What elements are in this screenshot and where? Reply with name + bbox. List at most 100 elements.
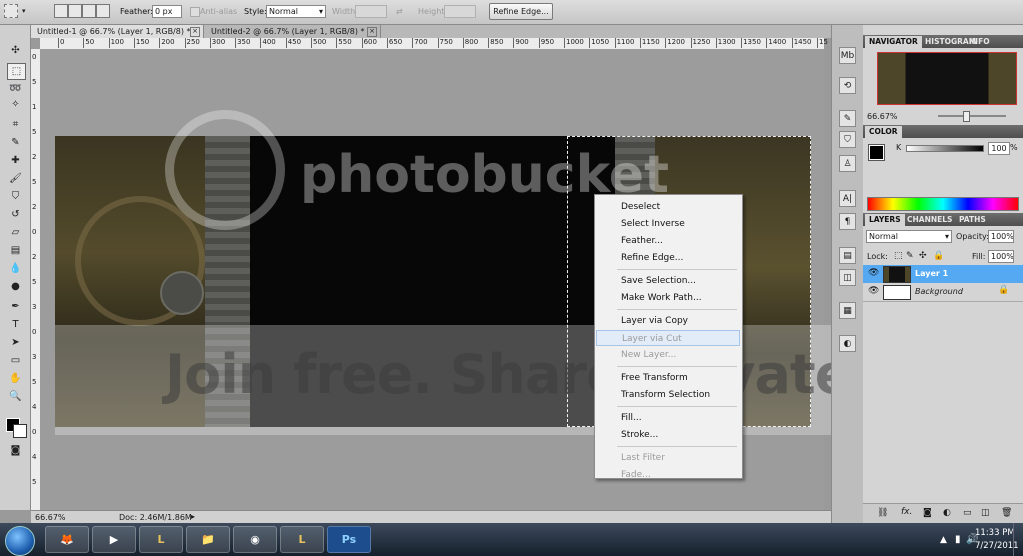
menu-item[interactable]: Transform Selection (596, 387, 740, 403)
tab-color[interactable]: COLOR (865, 126, 902, 138)
navigator-zoom[interactable]: 66.67% (867, 112, 898, 121)
visibility-eye-icon[interactable]: 👁 (868, 268, 879, 278)
lock-position-icon[interactable]: ✣ (919, 251, 927, 261)
path-select-tool-icon[interactable]: ➤ (7, 335, 24, 350)
new-group-icon[interactable]: ▭ (963, 508, 972, 518)
menu-item[interactable]: Deselect (596, 199, 740, 215)
add-to-selection-icon[interactable] (68, 4, 82, 18)
feather-input[interactable]: 0 px (152, 5, 182, 18)
tray-arrow-icon[interactable]: ▲ (940, 535, 947, 545)
document-tab-1[interactable]: Untitled-1 @ 66.7% (Layer 1, RGB/8) * × (31, 25, 204, 38)
move-tool-icon[interactable]: ✣ (7, 43, 24, 58)
delete-layer-icon[interactable]: 🗑 (1001, 508, 1012, 518)
document-tab-2[interactable]: Untitled-2 @ 66.7% (Layer 1, RGB/8) * × (205, 25, 381, 38)
menu-item[interactable]: Free Transform (596, 370, 740, 386)
link-layers-icon[interactable]: ⛓ (877, 508, 888, 518)
tab-channels[interactable]: CHANNELS (903, 214, 956, 226)
layer-row[interactable]: 👁 Background 🔒 (863, 283, 1023, 302)
subtract-selection-icon[interactable] (82, 4, 96, 18)
layer-style-icon[interactable]: fx. (901, 507, 912, 517)
character-icon[interactable]: A| (839, 190, 856, 207)
eraser-tool-icon[interactable]: ▱ (7, 225, 24, 240)
tool-preset-icon[interactable]: ♙ (839, 155, 856, 172)
league-of-legends-icon[interactable]: L (139, 526, 183, 553)
network-icon[interactable]: ▮ (955, 534, 961, 545)
history-icon[interactable]: ⟲ (839, 77, 856, 94)
menu-item[interactable]: Make Work Path... (596, 290, 740, 306)
close-icon[interactable]: × (190, 27, 200, 37)
media-player-icon[interactable]: ▶ (92, 526, 136, 553)
eyedropper-tool-icon[interactable]: ✎ (7, 135, 24, 150)
mini-bridge-icon[interactable]: Mb (839, 47, 856, 64)
tab-info[interactable]: INFO (965, 36, 994, 48)
blur-tool-icon[interactable]: 💧 (7, 261, 24, 276)
type-tool-icon[interactable]: T (7, 317, 24, 332)
width-input[interactable] (355, 5, 387, 18)
league-of-legends-icon[interactable]: L (280, 526, 324, 553)
adjustment-layer-icon[interactable]: ◐ (943, 508, 951, 518)
menu-item[interactable]: New Layer... (596, 347, 740, 363)
chevron-down-icon[interactable]: ▾ (22, 7, 26, 15)
lock-image-icon[interactable]: ✎ (906, 251, 914, 261)
steam-icon[interactable]: ◉ (233, 526, 277, 553)
layer-comps-icon[interactable]: ◫ (839, 269, 856, 286)
style-select[interactable]: Normal ▾ (266, 5, 326, 18)
doc-size[interactable]: Doc: 2.46M/1.86M (119, 513, 192, 522)
refine-edge-button[interactable]: Refine Edge... (489, 3, 553, 20)
slider-handle[interactable] (963, 111, 970, 122)
layer-row-selected[interactable]: 👁 Layer 1 (863, 265, 1023, 283)
background-color-swatch[interactable] (13, 424, 27, 438)
crop-tool-icon[interactable]: ⌗ (7, 117, 24, 132)
lock-all-icon[interactable]: 🔒 (933, 251, 944, 261)
hand-tool-icon[interactable]: ✋ (7, 371, 24, 386)
intersect-selection-icon[interactable] (96, 4, 110, 18)
adjustments-icon[interactable]: ◐ (839, 335, 856, 352)
notes-icon[interactable]: ▤ (839, 247, 856, 264)
menu-item[interactable]: Refine Edge... (596, 250, 740, 266)
visibility-eye-icon[interactable]: 👁 (868, 286, 879, 296)
history-brush-tool-icon[interactable]: ↺ (7, 207, 24, 222)
healing-brush-tool-icon[interactable]: ✚ (7, 153, 24, 168)
file-explorer-icon[interactable]: 📁 (186, 526, 230, 553)
navigator-thumbnail[interactable] (877, 52, 1017, 105)
dodge-tool-icon[interactable]: ● (7, 279, 24, 294)
blend-mode-select[interactable]: Normal ▾ (866, 230, 952, 243)
menu-item[interactable]: Select Inverse (596, 216, 740, 232)
color-k-value[interactable]: 100 (988, 142, 1010, 155)
brush-tool-icon[interactable]: 🖌 (7, 171, 24, 186)
fill-input[interactable]: 100% (988, 250, 1014, 263)
paragraph-icon[interactable]: ¶ (839, 213, 856, 230)
menu-item[interactable]: Stroke... (596, 427, 740, 443)
color-spectrum-bar[interactable] (867, 197, 1019, 211)
swap-icon[interactable]: ⇄ (396, 7, 403, 16)
new-layer-icon[interactable]: ◫ (981, 508, 990, 518)
opacity-input[interactable]: 100% (988, 230, 1014, 243)
tab-layers[interactable]: LAYERS (865, 214, 905, 226)
rect-marquee-preset-icon[interactable] (4, 4, 18, 18)
masks-icon[interactable]: ▦ (839, 302, 856, 319)
show-desktop-button[interactable] (1013, 523, 1023, 556)
menu-item[interactable]: Fill... (596, 410, 740, 426)
menu-item[interactable]: Layer via Copy (596, 313, 740, 329)
photoshop-icon[interactable]: Ps (327, 526, 371, 553)
clock-time[interactable]: 11:33 PM (975, 528, 1015, 538)
lock-transparent-icon[interactable]: ⬚ (894, 251, 903, 261)
menu-item[interactable]: Feather... (596, 233, 740, 249)
zoom-tool-icon[interactable]: 🔍 (7, 389, 24, 404)
clone-stamp-tool-icon[interactable]: ⛉ (7, 189, 24, 204)
layer-name[interactable]: Background (915, 287, 963, 296)
zoom-level[interactable]: 66.67% (35, 513, 66, 522)
status-arrow-icon[interactable]: ▸ (191, 512, 195, 521)
start-button-icon[interactable] (5, 526, 35, 556)
menu-item[interactable]: Layer via Cut (596, 330, 740, 346)
new-selection-icon[interactable] (54, 4, 68, 18)
clone-source-icon[interactable]: ⛉ (839, 131, 856, 148)
anti-alias-checkbox[interactable] (190, 7, 200, 17)
color-k-slider[interactable] (906, 145, 984, 152)
height-input[interactable] (444, 5, 476, 18)
close-icon[interactable]: × (367, 27, 377, 37)
lasso-tool-icon[interactable]: ➿ (7, 81, 24, 96)
add-mask-icon[interactable]: ◙ (923, 508, 932, 518)
color-foreground-swatch[interactable] (868, 144, 885, 161)
menu-item[interactable]: Save Selection... (596, 273, 740, 289)
